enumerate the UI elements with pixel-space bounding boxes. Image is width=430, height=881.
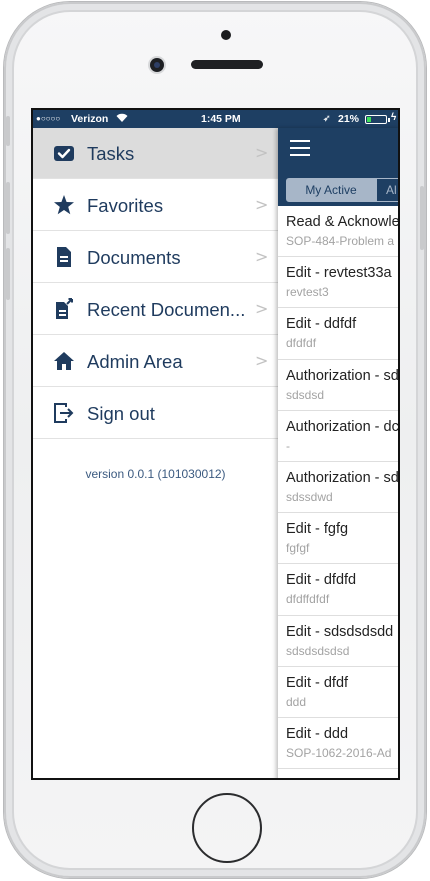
menu-item-admin-area[interactable]: Admin Area > xyxy=(33,336,278,387)
battery-tip xyxy=(388,118,390,122)
task-list: Read & Acknowled SOP-484-Problem a Edit - … xyxy=(278,206,400,770)
version-label: version 0.0.1 (101030012) xyxy=(85,467,226,481)
task-title: Edit - ddd xyxy=(286,725,349,742)
task-title: Edit - dfdfd xyxy=(286,572,357,589)
task-title: Authorization - sd xyxy=(286,367,399,384)
task-title: Read & Acknowled xyxy=(286,214,400,230)
home-icon xyxy=(53,350,75,372)
task-row[interactable]: Read & Acknowled SOP-484-Problem a xyxy=(278,206,400,258)
chevron-right-icon: > xyxy=(255,247,269,266)
status-bar-left-bg xyxy=(33,110,278,128)
menu-item-label: Tasks xyxy=(87,143,135,164)
menu-item-label: Documents xyxy=(87,247,181,268)
home-button[interactable] xyxy=(192,793,262,863)
sign-out-icon xyxy=(53,402,75,424)
nav-bar xyxy=(278,128,398,170)
main-panel: My Active Al Read & Acknowled SOP-484-Pro… xyxy=(278,128,400,778)
task-title: Edit - ddfdf xyxy=(286,316,357,333)
wifi-icon xyxy=(116,112,128,126)
hamburger-menu-icon[interactable] xyxy=(290,140,310,156)
location-arrow-icon: ➶ xyxy=(323,113,331,123)
mute-switch xyxy=(6,116,10,146)
hamburger-line xyxy=(290,140,310,142)
signal-strength-icon: ●○○○○ xyxy=(36,114,61,123)
chevron-right-icon: > xyxy=(255,143,269,162)
chevron-right-icon: > xyxy=(255,351,269,370)
clock: 1:45 PM xyxy=(201,113,241,125)
chevron-right-icon: > xyxy=(255,299,269,318)
task-row[interactable]: Edit - revtest33a revtest3 xyxy=(278,257,398,309)
task-row[interactable]: Edit - ddfdf dfdfdf xyxy=(278,308,398,360)
power-button xyxy=(420,186,424,250)
task-subtitle: SOP-1062-2016-Ad xyxy=(286,745,392,760)
volume-down-button xyxy=(6,248,10,300)
task-row[interactable]: Edit - dfdfd dfdffdfdf xyxy=(278,564,398,616)
task-subtitle: SOP-484-Problem a xyxy=(286,234,395,248)
volume-up-button xyxy=(6,182,10,234)
menu-item-label: Admin Area xyxy=(87,351,183,372)
task-title: Edit - dfdf xyxy=(286,674,349,691)
carrier-label: Verizon xyxy=(71,113,109,125)
charging-bolt-icon: ϟ xyxy=(391,112,397,123)
status-bar: ●○○○○ Verizon 1:45 PM ➶ 21% ϟ xyxy=(33,110,398,128)
hamburger-line xyxy=(290,154,310,156)
task-row[interactable]: Edit - dfdf ddd xyxy=(278,667,398,718)
earpiece-speaker xyxy=(191,60,263,69)
side-menu: Tasks > Favorites > Documents > Recent D… xyxy=(33,128,278,778)
task-subtitle: sdsdsd xyxy=(286,387,325,402)
task-subtitle: dfdfdf xyxy=(286,336,317,351)
menu-item-sign-out[interactable]: Sign out xyxy=(33,388,278,439)
menu-item-label: Sign out xyxy=(87,403,155,424)
menu-item-favorites[interactable]: Favorites > xyxy=(33,180,278,231)
task-title: Authorization - sd xyxy=(286,469,399,486)
segment-control: My Active Al xyxy=(278,170,398,206)
task-subtitle: fgfgf xyxy=(286,541,310,556)
task-subtitle: - xyxy=(286,438,290,453)
task-subtitle: sdsdsdsdsd xyxy=(286,643,350,658)
document-icon xyxy=(53,246,75,268)
proximity-sensor xyxy=(221,30,231,40)
menu-item-label: Favorites xyxy=(87,195,164,216)
task-row[interactable]: Authorization - dc - xyxy=(278,411,399,462)
menu-item-tasks[interactable]: Tasks > xyxy=(33,128,278,179)
task-title: Authorization - dc xyxy=(286,418,399,435)
checkbox-icon xyxy=(53,142,75,164)
task-subtitle: revtest3 xyxy=(286,285,329,300)
task-row[interactable]: Authorization - sd sdsdsd xyxy=(278,360,399,411)
task-subtitle: ddd xyxy=(286,694,307,709)
screen: ●○○○○ Verizon 1:45 PM ➶ 21% ϟ Tasks > Fa… xyxy=(31,108,400,780)
hamburger-line xyxy=(290,147,310,149)
task-subtitle: sdssdwd xyxy=(286,489,333,504)
task-row[interactable]: Edit - fgfg fgfgf xyxy=(278,513,398,565)
menu-item-label: Recent Documen... xyxy=(87,299,246,320)
task-title: Edit - fgfg xyxy=(286,521,349,538)
chevron-right-icon: > xyxy=(255,195,269,214)
task-title: Edit - sdsdsdsdd xyxy=(286,623,394,640)
menu-item-recent-documents[interactable]: Recent Documen... > xyxy=(33,284,278,335)
task-row[interactable]: Edit - sdsdsdsdd sdsdsdsdsd xyxy=(278,616,398,667)
task-row[interactable]: Edit - ddd SOP-1062-2016-Ad xyxy=(278,718,398,770)
recent-document-icon xyxy=(53,298,75,320)
star-icon xyxy=(53,194,75,216)
task-title: Edit - revtest33a xyxy=(286,265,392,282)
task-row[interactable]: Authorization - sd sdssdwd xyxy=(278,462,399,514)
battery-percent: 21% xyxy=(338,113,360,125)
tab-all[interactable]: Al xyxy=(376,178,398,202)
battery-level-fill xyxy=(367,117,372,122)
tab-my-active[interactable]: My Active xyxy=(286,178,376,202)
front-camera xyxy=(150,58,164,72)
menu-item-documents[interactable]: Documents > xyxy=(33,232,278,283)
battery-icon xyxy=(365,115,387,124)
task-subtitle: dfdffdfdf xyxy=(286,592,330,607)
